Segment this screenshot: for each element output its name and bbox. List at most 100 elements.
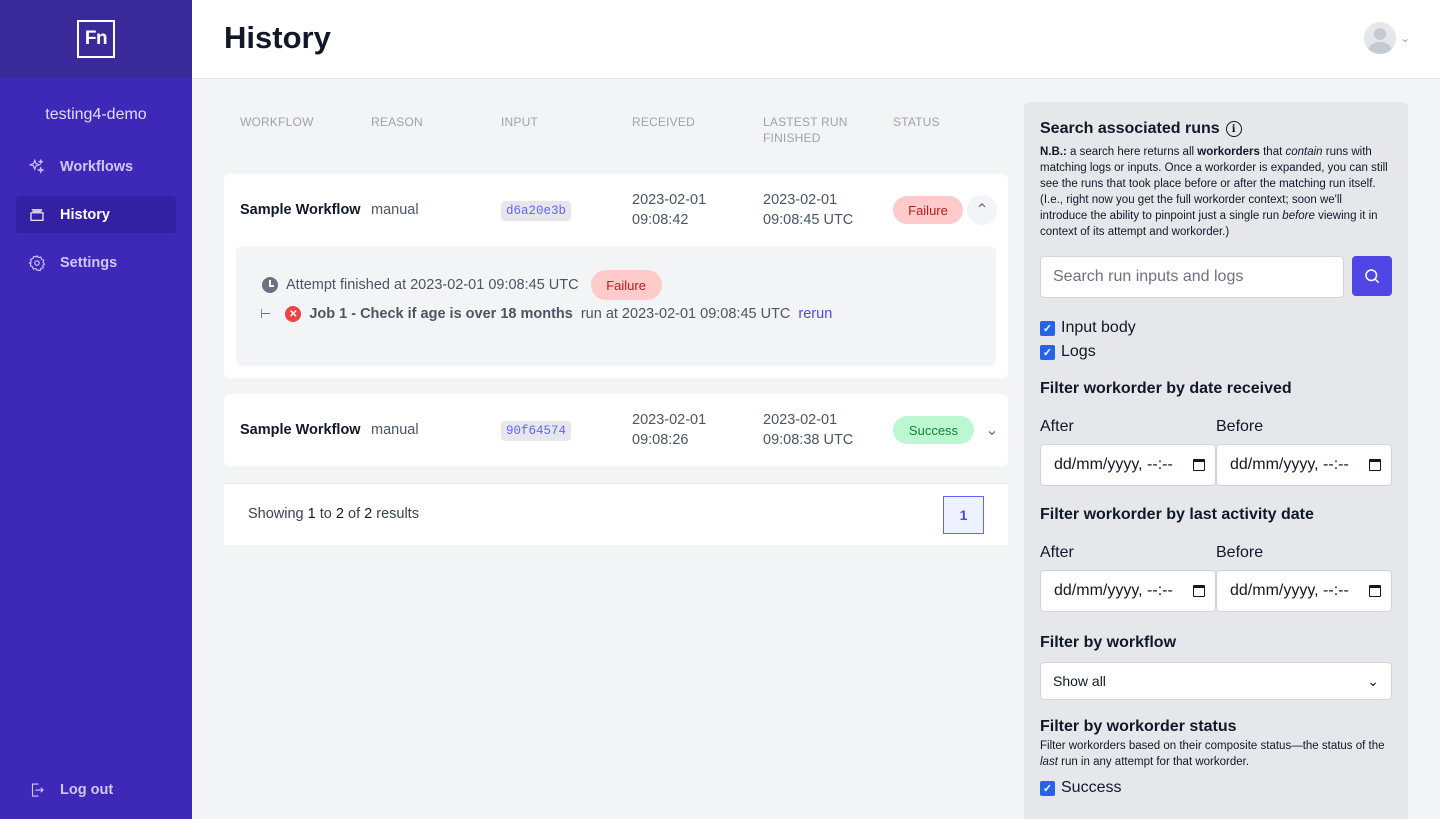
status-filter-note: Filter workorders based on their composi… (1040, 740, 1385, 768)
check-icon[interactable]: ✓ (1040, 344, 1055, 360)
sparkles-icon (28, 158, 45, 174)
search-row (1040, 256, 1392, 298)
job-name[interactable]: Job 1 - Check if age is over 18 months (309, 306, 573, 322)
checkbox-logs[interactable]: ✓ Logs (1040, 340, 1392, 364)
attempt-status-badge: Failure (590, 270, 662, 300)
branch-icon: ⊢ (260, 306, 272, 321)
job-run-line: ⊢ ✕ Job 1 - Check if age is over 18 mont… (260, 306, 832, 322)
column-workflow: WORKFLOW (240, 115, 314, 129)
sidebar-item-history[interactable]: History (16, 196, 176, 233)
sidebar-item-label: History (60, 206, 110, 223)
sidebar-item-workflows[interactable]: Workflows (16, 148, 176, 185)
logout-button[interactable]: Log out (28, 781, 113, 799)
column-input: INPUT (501, 115, 538, 129)
status-filter-title: Filter by workorder status (1040, 718, 1237, 735)
calendar-icon[interactable] (1193, 459, 1205, 471)
expand-button[interactable]: ⌄ (977, 415, 1007, 445)
info-icon[interactable]: i (1225, 121, 1242, 137)
calendar-icon[interactable] (1369, 459, 1381, 471)
page-header: History ⌄ (192, 0, 1440, 79)
logo-area: Fn (0, 0, 192, 78)
results-summary: Showing 1 to 2 of 2 results (248, 506, 419, 522)
attempt-summary: Attempt finished at 2023-02-01 09:08:45 … (262, 270, 662, 300)
row-summary[interactable]: Sample Workflow manual 90f64574 2023-02-… (224, 394, 1008, 466)
avatar[interactable] (1363, 22, 1396, 54)
archive-icon (30, 208, 44, 221)
row-summary[interactable]: Sample Workflow manual d6a20e3b 2023-02-… (224, 174, 1008, 246)
job-run-time: run at 2023-02-01 09:08:45 UTC (580, 306, 791, 322)
user-menu[interactable]: ⌄ (1363, 22, 1410, 54)
date-received-title: Filter workorder by date received (1040, 380, 1292, 397)
error-icon: ✕ (285, 306, 302, 322)
received-date: 2023-02-01 (632, 192, 707, 208)
filter-panel: Search associated runs i N.B.: a search … (1024, 102, 1408, 819)
rerun-link[interactable]: rerun (798, 306, 832, 322)
column-reason: REASON (371, 115, 423, 129)
input-id[interactable]: 90f64574 (501, 421, 572, 441)
column-status: STATUS (893, 115, 940, 129)
received-after-input[interactable]: dd/mm/yyyy, --:-- (1040, 444, 1216, 486)
sidebar-item-label: Workflows (60, 158, 134, 175)
activity-date-title: Filter workorder by last activity date (1040, 506, 1314, 523)
search-note: N.B.: a search here returns all workorde… (1040, 146, 1388, 238)
gear-icon (28, 254, 46, 271)
table-row[interactable]: Sample Workflow manual 90f64574 2023-02-… (224, 394, 1008, 466)
checkbox-input-body[interactable]: ✓ Input body (1040, 316, 1392, 340)
column-received: RECEIVED (632, 115, 695, 129)
received-time: 09:08:26 (632, 432, 689, 448)
calendar-icon[interactable] (1369, 585, 1381, 597)
activity-before-input[interactable]: dd/mm/yyyy, --:-- (1216, 570, 1392, 612)
date-received-labels: After Before (1040, 418, 1264, 435)
activity-date-labels: After Before (1040, 544, 1264, 561)
received-date: 2023-02-01 (632, 412, 707, 428)
date-received-inputs: dd/mm/yyyy, --:-- dd/mm/yyyy, --:-- (1040, 444, 1392, 486)
workflow-select[interactable]: Show all ⌄ (1040, 662, 1392, 700)
received-time: 09:08:42 (632, 212, 689, 228)
attempt-panel: Attempt finished at 2023-02-01 09:08:45 … (236, 246, 996, 366)
workflow-name: Sample Workflow (240, 202, 361, 218)
logout-label: Log out (60, 782, 114, 798)
column-finished: FINISHED (763, 131, 821, 145)
activity-date-inputs: dd/mm/yyyy, --:-- dd/mm/yyyy, --:-- (1040, 570, 1392, 612)
sidebar-item-settings[interactable]: Settings (16, 244, 176, 281)
table-row[interactable]: Sample Workflow manual d6a20e3b 2023-02-… (224, 174, 1008, 378)
finished-date: 2023-02-01 (763, 192, 838, 208)
calendar-icon[interactable] (1193, 585, 1205, 597)
page-1-button[interactable]: 1 (943, 496, 984, 534)
search-button[interactable] (1352, 256, 1392, 296)
project-name[interactable]: testing4-demo (0, 106, 192, 124)
input-id[interactable]: d6a20e3b (501, 201, 572, 221)
status-badge: Success (893, 416, 974, 444)
finished-time: 09:08:38 UTC (763, 432, 854, 448)
app-logo[interactable]: Fn (77, 20, 115, 58)
sidebar-nav: Workflows History Settings (0, 148, 192, 281)
sidebar-item-label: Settings (60, 254, 118, 271)
workflow-filter-title: Filter by workflow (1040, 634, 1177, 651)
chevron-down-icon: ⌄ (1367, 672, 1379, 689)
page-title: History (224, 20, 331, 55)
reason: manual (371, 422, 419, 438)
logout-icon (31, 783, 44, 797)
table-header: WORKFLOW REASON INPUT RECEIVED LASTEST R… (224, 114, 1008, 154)
collapse-button[interactable]: ⌃ (967, 195, 997, 225)
check-icon[interactable]: ✓ (1040, 780, 1055, 796)
status-badge: Failure (893, 196, 963, 224)
check-icon[interactable]: ✓ (1040, 320, 1055, 336)
workflow-name: Sample Workflow (240, 422, 361, 438)
column-latest-run: LASTEST RUN (763, 115, 848, 129)
checkbox-status-success[interactable]: ✓ Success (1040, 776, 1392, 800)
reason: manual (371, 202, 419, 218)
pagination: Showing 1 to 2 of 2 results 1 (224, 483, 1008, 545)
clock-icon (262, 277, 278, 293)
chevron-down-icon: ⌄ (985, 422, 999, 439)
search-input[interactable] (1040, 256, 1344, 298)
panel-title: Search associated runs i (1040, 120, 1392, 138)
activity-after-input[interactable]: dd/mm/yyyy, --:-- (1040, 570, 1216, 612)
finished-time: 09:08:45 UTC (763, 212, 854, 228)
sidebar: Fn testing4-demo Workflows History Setti… (0, 0, 192, 819)
search-scope-checks: ✓ Input body ✓ Logs (1040, 316, 1392, 364)
received-before-input[interactable]: dd/mm/yyyy, --:-- (1216, 444, 1392, 486)
search-icon (1365, 269, 1380, 284)
chevron-down-icon[interactable]: ⌄ (1400, 31, 1410, 45)
attempt-text: Attempt finished at 2023-02-01 09:08:45 … (286, 277, 579, 293)
